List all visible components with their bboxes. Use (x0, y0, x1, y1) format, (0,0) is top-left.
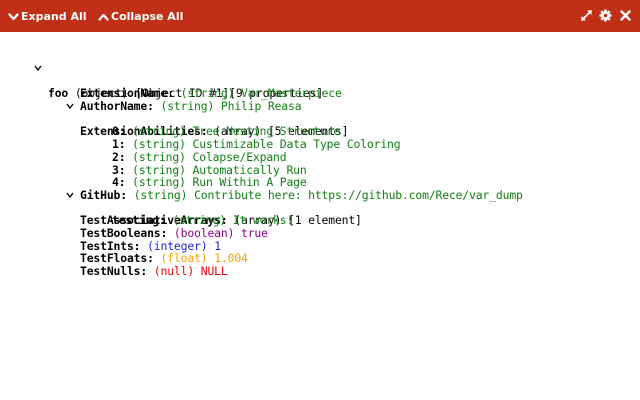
tree-node-test-nulls: TestNulls: (null) NULL (0, 252, 640, 278)
collapse-all-label: Collapse All (111, 10, 184, 23)
list-item: 0: (string) Tree Nesting Structure (0, 113, 640, 138)
toolbar: Expand All Collapse All (0, 0, 640, 32)
expand-arrows-icon[interactable] (580, 9, 593, 22)
tree-node-test-ints: TestInts: (integer) 1 (0, 227, 640, 252)
var-dump-tree: foo (object) [Object ID #1][9 properties… (0, 62, 640, 278)
chevron-down-icon (8, 12, 19, 20)
tree-node-extension-name: ExtensionName: (string) Var_Masterpiece (0, 75, 640, 100)
gear-icon[interactable] (599, 9, 612, 22)
list-item: testing: (string) It works! (0, 202, 640, 227)
node-type: (null) (153, 264, 195, 279)
collapse-toggle-icon[interactable] (66, 191, 74, 199)
tree-node-test-associative-arrays: TestAssociativeArrays: (array) [1 elemen… (0, 189, 640, 227)
tree-node-test-booleans: TestBooleans: (boolean) true (0, 214, 640, 240)
expand-all-button[interactable]: Expand All (8, 10, 87, 23)
node-value: NULL (200, 264, 228, 279)
list-item: 3: (string) Automatically Run (0, 151, 640, 176)
tree-node-extension-abilities: ExtensionAbilities: (array) [5 elements] (0, 100, 640, 138)
expand-all-label: Expand All (21, 10, 87, 23)
tree-node-github: GitHub: (string) Contribute here: https:… (0, 176, 640, 202)
node-key: TestNulls: (80, 264, 148, 279)
tree-node-root: foo (object) [Object ID #1][9 properties… (0, 62, 640, 100)
collapse-toggle-icon[interactable] (66, 102, 74, 110)
collapse-all-button[interactable]: Collapse All (98, 10, 183, 23)
close-icon[interactable] (619, 9, 632, 22)
tree-node-test-floats: TestFloats: (float) 1.004 (0, 240, 640, 265)
collapse-toggle-icon[interactable] (34, 64, 42, 72)
list-item: 1: (string) Custimizable Data Type Color… (0, 125, 640, 151)
chevron-up-icon (98, 13, 109, 21)
list-item: 2: (string) Colapse/Expand (0, 138, 640, 163)
list-item: 4: (string) Run Within A Page (0, 164, 640, 189)
tree-node-author-name: AuthorName: (string) Philip Reasa (0, 87, 640, 113)
